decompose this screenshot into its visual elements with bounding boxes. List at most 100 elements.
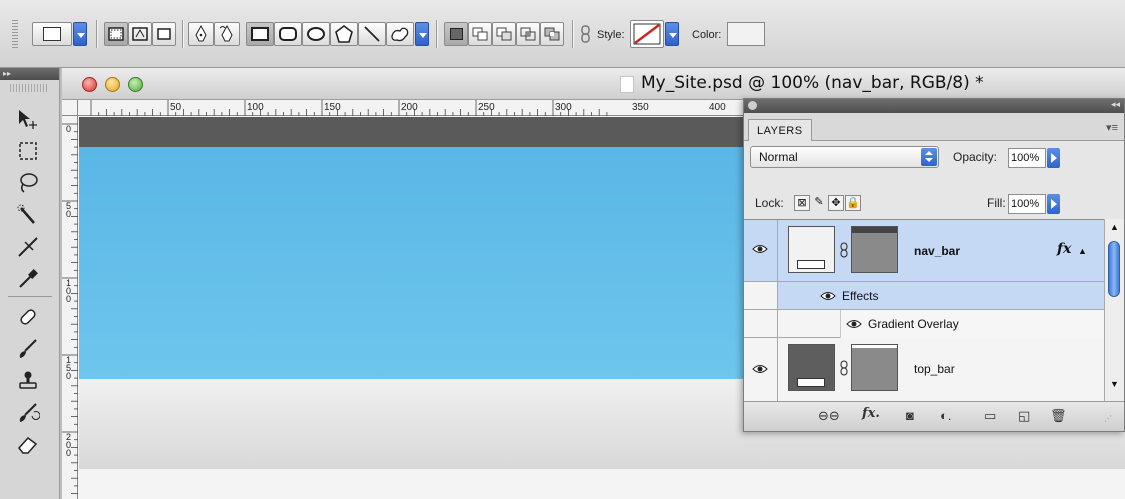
- line-tool-button[interactable]: [358, 22, 386, 46]
- effects-row[interactable]: Effects: [744, 282, 1104, 310]
- brush-tool[interactable]: [14, 334, 42, 364]
- add-layer-style-icon[interactable]: fx.: [862, 406, 880, 421]
- opacity-input[interactable]: 100%: [1008, 148, 1046, 168]
- crop-tool[interactable]: [14, 232, 42, 262]
- marquee-tool[interactable]: [14, 136, 42, 166]
- add-mask-icon[interactable]: ◙: [906, 408, 914, 423]
- exclude-shape-button[interactable]: [540, 22, 564, 46]
- layer-thumbnail[interactable]: [788, 344, 835, 391]
- no-style-icon: [633, 23, 661, 45]
- freeform-pen-button[interactable]: [214, 22, 240, 46]
- layer-row-nav-bar[interactable]: nav_bar fx ▲: [744, 220, 1104, 282]
- chain-link-icon[interactable]: [840, 360, 848, 376]
- new-group-icon[interactable]: ▭: [984, 408, 996, 424]
- eyedropper-tool[interactable]: [14, 264, 42, 294]
- vector-mask-badge-icon: [797, 378, 825, 387]
- document-title-bar[interactable]: My_Site.psd @ 100% (nav_bar, RGB/8) *: [62, 68, 1125, 100]
- eye-icon[interactable]: [752, 364, 768, 374]
- lasso-tool[interactable]: [14, 168, 42, 198]
- eye-icon[interactable]: [752, 244, 768, 254]
- gradient-overlay-row[interactable]: Gradient Overlay: [744, 310, 1104, 338]
- polygon-tool-button[interactable]: [330, 22, 358, 46]
- zoom-window-button[interactable]: [128, 77, 143, 92]
- close-window-button[interactable]: [82, 77, 97, 92]
- create-new-shape-button[interactable]: [444, 22, 468, 46]
- rectangle-tool-button[interactable]: [246, 22, 274, 46]
- layers-panel-header[interactable]: ◂◂: [744, 99, 1124, 113]
- visibility-cell[interactable]: [744, 338, 778, 401]
- vector-mask-thumbnail[interactable]: [851, 226, 898, 273]
- options-bar-grip[interactable]: [12, 20, 18, 48]
- ruler-label: 0: [66, 371, 71, 381]
- paths-button[interactable]: [128, 22, 152, 46]
- lock-transparent-pixels-icon[interactable]: ⊠: [794, 195, 810, 211]
- new-layer-icon[interactable]: ◱: [1018, 408, 1030, 424]
- collapse-panel-icon[interactable]: ◂◂: [1111, 99, 1120, 110]
- eyedropper-tool-icon: [19, 269, 38, 288]
- quick-selection-tool[interactable]: [14, 200, 42, 230]
- layer-name[interactable]: nav_bar: [914, 244, 960, 258]
- style-picker[interactable]: [630, 20, 664, 48]
- eraser-tool[interactable]: [14, 430, 42, 460]
- layers-scrollbar[interactable]: ▲ ▼: [1104, 219, 1124, 401]
- intersect-shape-button[interactable]: [516, 22, 540, 46]
- add-to-shape-button[interactable]: [468, 22, 492, 46]
- panel-close-icon[interactable]: [748, 101, 757, 110]
- fill-slider-button[interactable]: [1047, 194, 1060, 214]
- pen-icon: [195, 25, 207, 42]
- visibility-cell[interactable]: [744, 220, 778, 281]
- layer-effects-badge[interactable]: fx: [1057, 241, 1071, 257]
- color-swatch[interactable]: [727, 22, 765, 46]
- link-layers-icon[interactable]: ⊖⊖: [818, 408, 840, 424]
- tools-panel-header[interactable]: ▸▸: [0, 68, 59, 80]
- opacity-slider-button[interactable]: [1047, 148, 1060, 168]
- vertical-ruler[interactable]: 050100150200: [62, 116, 78, 499]
- tool-preset-picker[interactable]: [32, 22, 72, 46]
- tools-grip[interactable]: [10, 84, 49, 92]
- clone-stamp-tool[interactable]: [14, 366, 42, 396]
- lock-all-icon[interactable]: 🔒: [845, 195, 861, 211]
- layer-name[interactable]: top_bar: [914, 362, 955, 376]
- expand-effects-icon[interactable]: ▲: [1078, 246, 1087, 256]
- fill-pixels-button[interactable]: [152, 22, 176, 46]
- eye-icon[interactable]: [820, 291, 836, 301]
- blend-mode-select[interactable]: Normal: [750, 146, 939, 168]
- style-dropdown[interactable]: [665, 22, 679, 46]
- layer-thumbnail[interactable]: [788, 226, 835, 273]
- tool-preset-dropdown[interactable]: [73, 22, 87, 46]
- panel-menu-icon[interactable]: ▾≡: [1106, 121, 1118, 134]
- subtract-shape-button[interactable]: [492, 22, 516, 46]
- delete-layer-icon[interactable]: 🗑: [1050, 408, 1067, 424]
- scroll-up-icon[interactable]: ▲: [1110, 222, 1119, 232]
- layer-row-top-bar[interactable]: top_bar: [744, 338, 1104, 401]
- rounded-rectangle-tool-button[interactable]: [274, 22, 302, 46]
- vector-mask-thumbnail[interactable]: [851, 344, 898, 391]
- ellipse-tool-button[interactable]: [302, 22, 330, 46]
- scrollbar-thumb[interactable]: [1108, 241, 1120, 297]
- document-title: My_Site.psd @ 100% (nav_bar, RGB/8) *: [641, 73, 984, 93]
- move-tool[interactable]: [14, 104, 42, 134]
- mask-shape-band: [852, 227, 897, 233]
- ruler-origin[interactable]: [62, 100, 78, 116]
- tab-layers[interactable]: LAYERS: [748, 119, 812, 141]
- eye-icon[interactable]: [846, 319, 862, 329]
- adjustment-layer-icon[interactable]: ◐.: [940, 408, 951, 423]
- minimize-window-button[interactable]: [105, 77, 120, 92]
- pen-tool-button[interactable]: [188, 22, 214, 46]
- resize-grip-icon[interactable]: ⋰: [1104, 414, 1112, 423]
- effects-visibility-cell: [744, 282, 778, 309]
- history-brush-tool[interactable]: [14, 398, 42, 428]
- link-icon[interactable]: [580, 25, 592, 46]
- lock-position-icon[interactable]: ✥: [828, 195, 844, 211]
- lock-image-pixels-icon[interactable]: ✎: [811, 195, 827, 211]
- custom-shape-tool-button[interactable]: [386, 22, 414, 46]
- scroll-down-icon[interactable]: ▼: [1110, 379, 1119, 389]
- custom-shape-dropdown[interactable]: [415, 22, 429, 46]
- fill-input[interactable]: 100%: [1008, 194, 1046, 214]
- options-row: Style: Color:: [0, 14, 1125, 54]
- history-brush-tool-icon: [19, 403, 40, 422]
- ruler-label: 0: [66, 294, 71, 304]
- chain-link-icon[interactable]: [840, 242, 848, 258]
- healing-brush-tool[interactable]: [14, 302, 42, 332]
- shape-layers-button[interactable]: [104, 22, 128, 46]
